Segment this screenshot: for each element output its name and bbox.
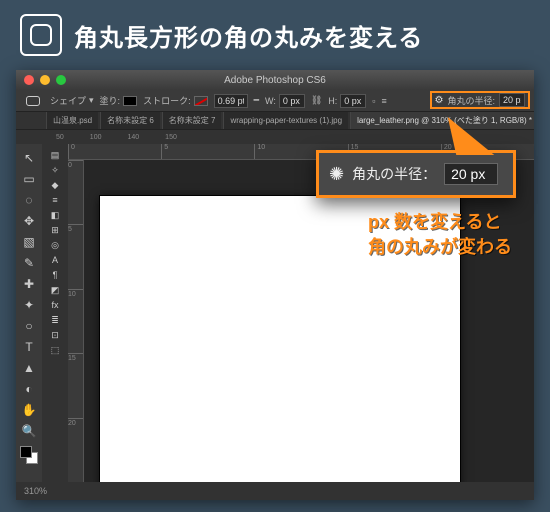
width-input[interactable]: [279, 94, 305, 108]
stroke-control[interactable]: ストローク:: [143, 94, 208, 107]
canvas-viewport[interactable]: [84, 160, 534, 482]
info-2: 140: [127, 134, 139, 141]
height-input[interactable]: [340, 94, 366, 108]
panel-item[interactable]: A: [44, 253, 66, 267]
secondary-panel: ▤ ✧ ◆ ≡ ◧ ⊞ ◎ A ¶ ◩ fx ≣ ⊡ ⬚: [42, 144, 68, 482]
tab-3[interactable]: wrapping-paper-textures (1).jpg: [223, 112, 348, 129]
panel-item[interactable]: ✧: [44, 163, 66, 177]
stroke-style[interactable]: ━: [254, 95, 259, 106]
radius-label: 角丸の半径:: [447, 94, 495, 107]
maximize-button[interactable]: [56, 75, 66, 85]
fill-control[interactable]: 塗り:: [100, 94, 138, 107]
minimize-button[interactable]: [40, 75, 50, 85]
move-tool[interactable]: ↖: [18, 148, 40, 168]
tutorial-title: 角丸長方形の角の丸みを変える: [74, 18, 423, 53]
stroke-width-input[interactable]: [214, 94, 248, 108]
pen-tool[interactable]: ▲: [18, 358, 40, 378]
type-tool[interactable]: T: [18, 337, 40, 357]
panel-item[interactable]: ⬚: [44, 343, 66, 357]
link-icon[interactable]: ⛓: [311, 95, 322, 106]
lasso-tool[interactable]: ◌: [18, 190, 40, 210]
info-0: 50: [56, 134, 64, 141]
clone-tool[interactable]: ✦: [18, 295, 40, 315]
callout-note-line1: px 数を変えると: [368, 210, 512, 235]
panel-item[interactable]: ▤: [44, 148, 66, 162]
zoom-tool[interactable]: 🔍: [18, 421, 40, 441]
rounded-rect-tool-icon[interactable]: [22, 91, 44, 111]
panel-item[interactable]: ≣: [44, 313, 66, 327]
callout-radius-value[interactable]: 20 px: [444, 163, 498, 185]
options-bar: シェイプ▾ 塗り: ストローク: ━ W: ⛓ H: ▫ ≡ ⚙ 角丸の半径:: [16, 90, 534, 112]
shape-tool[interactable]: ◐: [18, 379, 40, 399]
panel-item[interactable]: fx: [44, 298, 66, 312]
rounded-rect-shape: [30, 24, 52, 46]
callout-note: px 数を変えると 角の丸みが変わる: [368, 210, 512, 260]
corner-radius-highlighted: ⚙ 角丸の半径:: [430, 91, 530, 109]
panel-item[interactable]: ◧: [44, 208, 66, 222]
rounded-rect-icon: [20, 14, 62, 56]
brush-tool[interactable]: ✎: [18, 253, 40, 273]
callout-radius-box: ✺ 角丸の半径： 20 px: [316, 150, 516, 198]
healing-tool[interactable]: ✚: [18, 274, 40, 294]
tab-2[interactable]: 名称未設定 7: [162, 112, 222, 129]
hand-tool[interactable]: ✋: [18, 400, 40, 420]
eraser-tool[interactable]: ○: [18, 316, 40, 336]
tab-0[interactable]: 山温泉.psd: [46, 112, 98, 129]
marquee-tool[interactable]: ▭: [18, 169, 40, 189]
h-label: H:: [328, 96, 337, 106]
eyedropper-tool[interactable]: ▧: [18, 232, 40, 252]
panel-item[interactable]: ◎: [44, 238, 66, 252]
traffic-lights: [16, 75, 66, 85]
panel-item[interactable]: ⊡: [44, 328, 66, 342]
window-title: Adobe Photoshop CS6: [16, 75, 534, 86]
align-icon[interactable]: ≡: [381, 96, 386, 106]
status-bar: 310%: [16, 482, 534, 500]
panel-item[interactable]: ◆: [44, 178, 66, 192]
ruler-vertical: 0 5 10 15 20: [68, 160, 84, 482]
radius-input[interactable]: [499, 93, 525, 107]
close-button[interactable]: [24, 75, 34, 85]
tab-1[interactable]: 名称未設定 6: [100, 112, 160, 129]
window-titlebar: Adobe Photoshop CS6: [16, 70, 534, 90]
callout-label: 角丸の半径：: [352, 164, 436, 184]
shape-mode[interactable]: シェイプ▾: [50, 94, 94, 107]
panel-item[interactable]: ⊞: [44, 223, 66, 237]
info-1: 100: [90, 134, 102, 141]
panel-item[interactable]: ≡: [44, 193, 66, 207]
foreground-background-swatch[interactable]: [20, 446, 38, 464]
panel-item[interactable]: ¶: [44, 268, 66, 282]
path-ops-icon[interactable]: ▫: [372, 96, 375, 106]
tutorial-header: 角丸長方形の角の丸みを変える: [0, 0, 550, 66]
gear-icon: ✺: [329, 164, 344, 185]
callout-note-line2: 角の丸みが変わる: [368, 235, 512, 260]
tools-panel: ↖ ▭ ◌ ✥ ▧ ✎ ✚ ✦ ○ T ▲ ◐ ✋ 🔍: [16, 144, 42, 482]
crop-tool[interactable]: ✥: [18, 211, 40, 231]
panel-item[interactable]: ◩: [44, 283, 66, 297]
info-3: 150: [165, 134, 177, 141]
w-label: W:: [265, 96, 276, 106]
gear-icon[interactable]: ⚙: [435, 95, 444, 106]
zoom-level[interactable]: 310%: [24, 486, 47, 496]
